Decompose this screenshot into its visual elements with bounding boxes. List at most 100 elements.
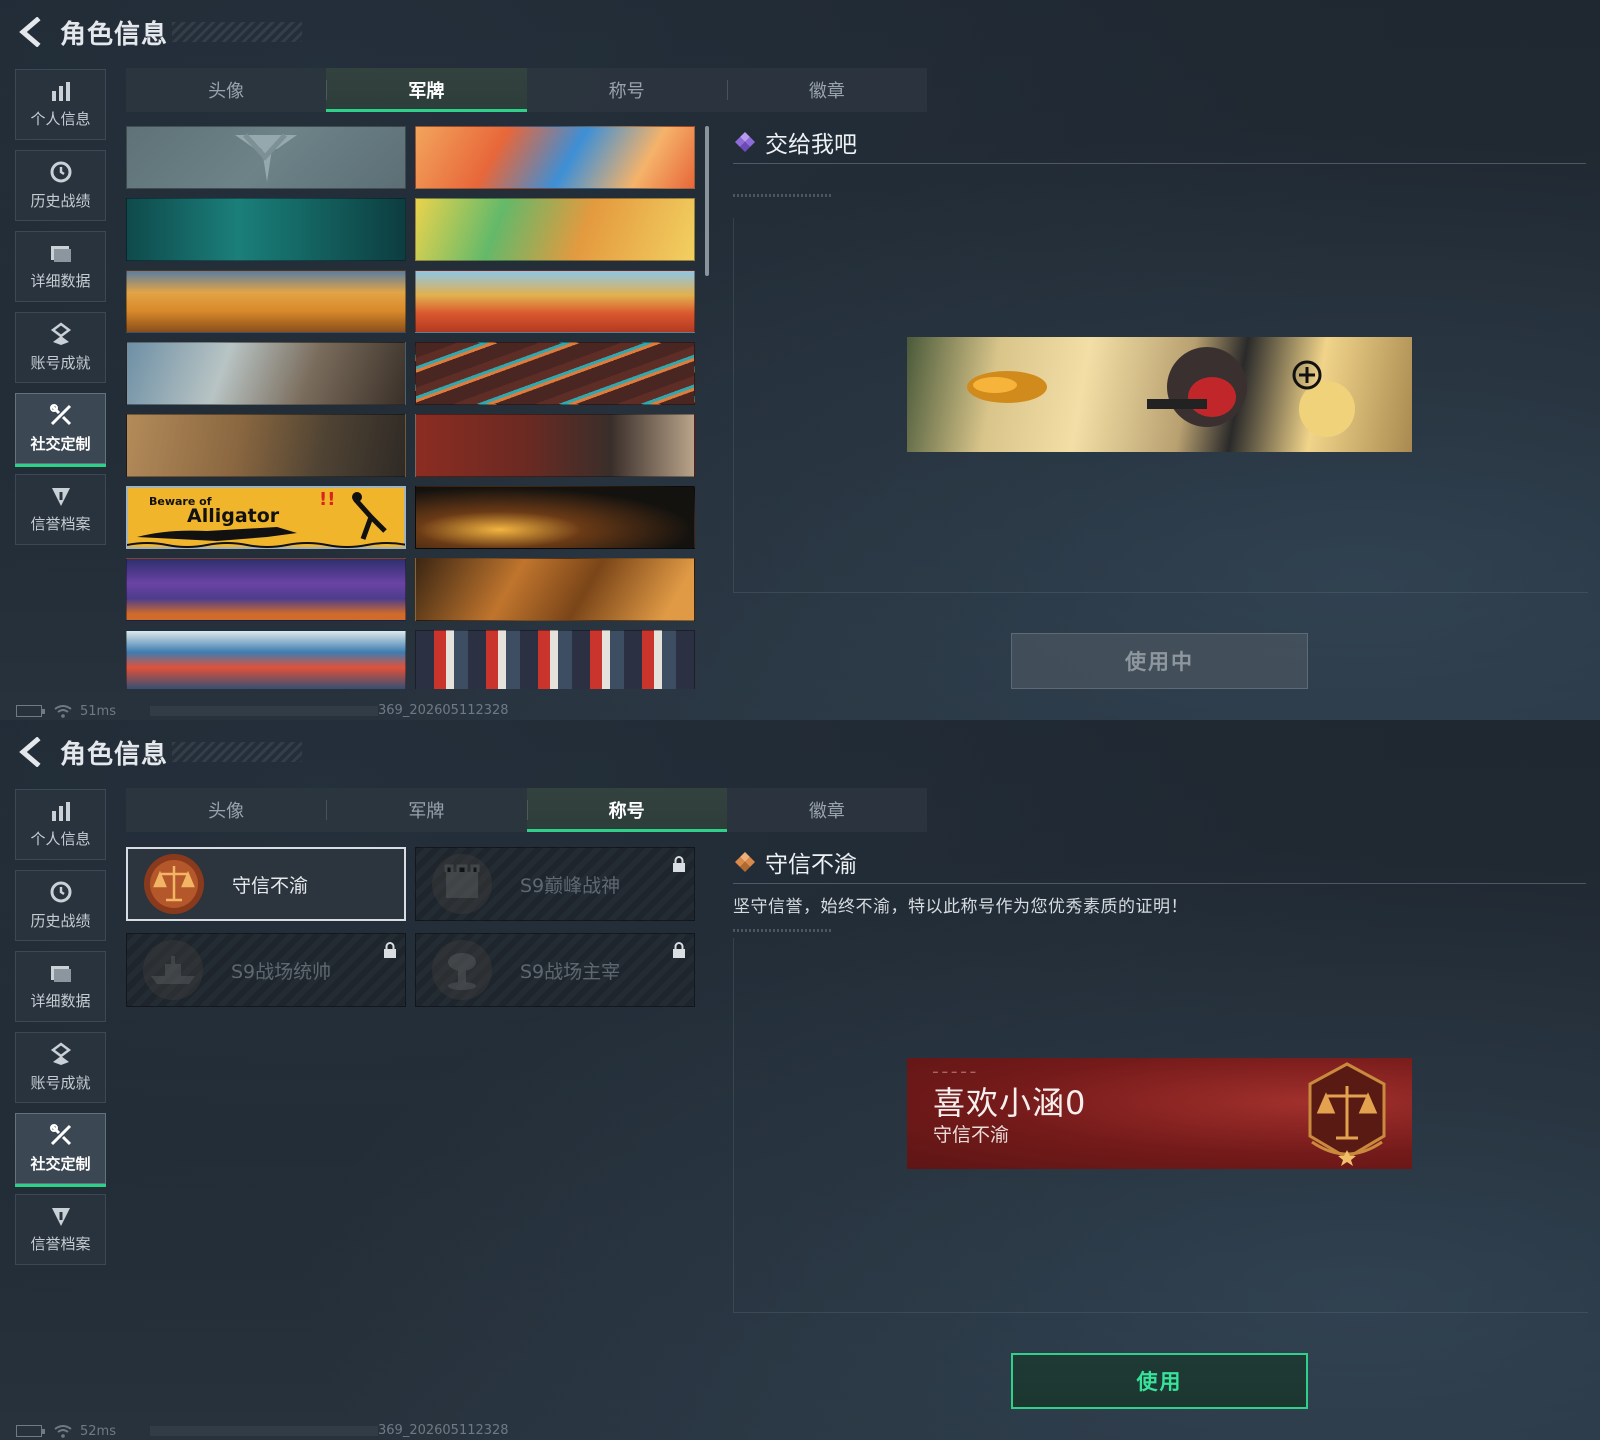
dog-tag-card[interactable] — [415, 198, 695, 261]
sidebar-item-reputation[interactable]: 信誉档案 — [15, 474, 106, 545]
warship-badge-icon — [143, 940, 203, 1000]
sidebar-item-reputation[interactable]: 信誉档案 — [15, 1194, 106, 1265]
tab-title[interactable]: 称号 — [527, 68, 727, 112]
tab-bar: 头像 军牌 称号 徽章 — [126, 788, 927, 832]
detail-description: 坚守信誉，始终不渝，特以此称号作为您优秀素质的证明！ — [733, 897, 1188, 917]
tools-icon — [49, 404, 71, 426]
decoration-text: ━ ━ ━ ━ ━ — [933, 1068, 977, 1077]
diamond-icon — [735, 852, 755, 872]
masked-text — [150, 1426, 378, 1436]
title-name: S9战场主宰 — [520, 960, 621, 983]
title-card[interactable]: S9战场主宰 — [415, 933, 695, 1007]
sidebar-item-label: 个人信息 — [30, 830, 91, 848]
dog-tag-card[interactable] — [415, 342, 695, 405]
dog-tag-card[interactable] — [415, 558, 695, 621]
status-bar: 51ms — [16, 703, 116, 719]
sidebar-item-label: 详细数据 — [30, 992, 91, 1010]
dog-tag-card[interactable] — [126, 630, 406, 689]
tab-badge[interactable]: 徽章 — [726, 68, 927, 112]
tab-badge[interactable]: 徽章 — [727, 788, 927, 832]
divider — [733, 883, 1586, 884]
build-id: 369_202605112328 — [378, 1423, 509, 1438]
detail-title: 守信不渝 — [765, 852, 857, 878]
page-title: 角色信息 — [60, 19, 169, 50]
mushroom-cloud-badge-icon — [432, 940, 492, 1000]
tab-dog-tag[interactable]: 军牌 — [326, 788, 526, 832]
dog-tag-card[interactable] — [415, 414, 695, 477]
sidebar-item-achievements[interactable]: 账号成就 — [15, 312, 106, 383]
header-decoration — [172, 742, 303, 762]
dog-tag-card[interactable] — [126, 198, 406, 261]
lock-icon — [384, 942, 396, 958]
sidebar-item-label: 个人信息 — [30, 110, 91, 128]
divider — [733, 929, 833, 932]
lock-icon — [673, 942, 685, 958]
fortress-badge-icon — [432, 854, 492, 914]
ping-value: 51ms — [80, 703, 116, 719]
sidebar-item-personal-info[interactable]: 个人信息 — [15, 69, 106, 140]
reputation-shield-icon — [51, 1208, 70, 1226]
dog-tag-card[interactable] — [126, 558, 406, 621]
dog-tag-card[interactable] — [126, 270, 406, 333]
sidebar: 个人信息 历史战绩 详细数据 账号成就 社交定制 信誉档案 — [15, 789, 106, 1275]
page-title: 角色信息 — [60, 739, 169, 770]
sidebar-item-social-custom[interactable]: 社交定制 — [15, 393, 106, 467]
sidebar-item-label: 历史战绩 — [30, 192, 91, 210]
tab-avatar[interactable]: 头像 — [126, 68, 326, 112]
back-arrow-icon[interactable] — [16, 16, 44, 48]
detail-panel: 交给我吧 — [733, 127, 1586, 197]
sidebar-item-label: 历史战绩 — [30, 912, 91, 930]
tab-avatar[interactable]: 头像 — [126, 788, 326, 832]
achievement-icon — [50, 322, 71, 345]
dog-tag-card[interactable] — [126, 126, 406, 189]
scrollbar[interactable] — [705, 126, 709, 276]
use-button[interactable]: 使用 — [1011, 1353, 1308, 1409]
sidebar-item-social-custom[interactable]: 社交定制 — [15, 1113, 106, 1187]
sidebar-item-details[interactable]: 详细数据 — [15, 951, 106, 1022]
achievement-icon — [50, 1042, 71, 1065]
clock-history-icon — [50, 161, 71, 183]
bar-chart-icon — [51, 82, 70, 101]
sidebar-item-personal-info[interactable]: 个人信息 — [15, 789, 106, 860]
sidebar-item-details[interactable]: 详细数据 — [15, 231, 106, 302]
dog-tag-card[interactable] — [415, 630, 695, 689]
tab-title[interactable]: 称号 — [526, 788, 728, 832]
title-nameplate-preview: ━ ━ ━ ━ ━ 喜欢小涵0 守信不渝 — [907, 1058, 1412, 1169]
ping-value: 52ms — [80, 1423, 116, 1439]
dog-tag-card[interactable] — [415, 270, 695, 333]
logo-icon — [235, 133, 297, 182]
wifi-icon — [54, 705, 72, 718]
dog-tag-card-alligator[interactable]: Beware of Alligator !! — [126, 486, 406, 549]
divider — [733, 194, 833, 197]
title-card[interactable]: 守信不渝 — [126, 847, 406, 921]
player-title: 守信不渝 — [933, 1124, 1010, 1146]
folder-icon — [50, 246, 71, 262]
diamond-icon — [735, 132, 755, 152]
sidebar-item-label: 信誉档案 — [30, 515, 91, 533]
clock-history-icon — [50, 881, 71, 903]
title-name: 守信不渝 — [232, 874, 309, 897]
sidebar-item-label: 社交定制 — [30, 1155, 91, 1173]
dog-tag-card[interactable] — [415, 126, 695, 189]
tab-dog-tag[interactable]: 军牌 — [326, 68, 527, 112]
dog-tag-grid: Beware of Alligator !! — [126, 126, 697, 689]
sidebar-item-achievements[interactable]: 账号成就 — [15, 1032, 106, 1103]
dog-tag-card[interactable] — [126, 414, 406, 477]
masked-text — [150, 706, 378, 716]
bar-chart-icon — [51, 802, 70, 821]
back-arrow-icon[interactable] — [16, 736, 44, 768]
wifi-icon — [54, 1425, 72, 1438]
dog-tag-card[interactable] — [415, 486, 695, 549]
build-id: 369_202605112328 — [378, 703, 509, 718]
sidebar-item-history[interactable]: 历史战绩 — [15, 870, 106, 941]
tab-bar: 头像 军牌 称号 徽章 — [126, 68, 927, 112]
dog-tag-card[interactable] — [126, 342, 406, 405]
title-card[interactable]: S9战场统帅 — [126, 933, 406, 1007]
title-name: S9巅峰战神 — [520, 874, 621, 897]
divider — [733, 163, 1586, 164]
title-card[interactable]: S9巅峰战神 — [415, 847, 695, 921]
in-use-button[interactable]: 使用中 — [1011, 633, 1308, 689]
sidebar-item-history[interactable]: 历史战绩 — [15, 150, 106, 221]
folder-icon — [50, 966, 71, 982]
screen-dog-tag: 角色信息 个人信息 历史战绩 详细数据 账号成就 社交定制 信誉档案 头像 军牌… — [0, 0, 1600, 720]
